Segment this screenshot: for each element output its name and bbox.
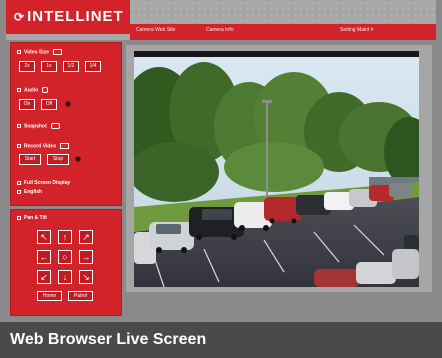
nav-link-camera-info[interactable]: Camera Info: [206, 27, 234, 33]
video-size-half-button[interactable]: 1/2: [63, 61, 79, 72]
record-video-label: Record Video: [17, 143, 70, 149]
camera-icon: [50, 123, 60, 129]
ptz-right-button[interactable]: →: [79, 250, 93, 264]
ptz-left-button[interactable]: ←: [37, 250, 51, 264]
english-label[interactable]: English: [17, 189, 42, 195]
audio-label: Audio: [17, 87, 49, 93]
ptz-panel: Pan & Tilt ↖ ↑ ↗ ← ○ → ↙ ↓ ↘ Home Patrol: [10, 209, 122, 316]
checkbox-icon: [17, 124, 21, 128]
logo-mark-icon: ⟳: [14, 10, 26, 24]
audio-off-button[interactable]: Off: [41, 99, 57, 110]
caption-text: Web Browser Live Screen: [10, 331, 207, 348]
checkbox-icon: [17, 180, 21, 185]
record-start-button[interactable]: Start: [19, 154, 41, 165]
video-size-quarter-button[interactable]: 1/4: [85, 61, 101, 72]
parking-lot-scene: [134, 57, 419, 287]
video-icon: [60, 143, 70, 149]
nav-link-camera-web-site[interactable]: Camera Web Site: [136, 27, 175, 33]
nav-bar: Camera Web Site Camera Info Setting Main…: [130, 24, 436, 40]
ptz-down-button[interactable]: ↓: [58, 270, 72, 284]
video-panel: [126, 45, 432, 292]
app-header: ⟳ INTELLINET Camera Web Site Camera Info …: [6, 0, 436, 40]
control-panel: Video Size 2x 1x 1/2 1/4 Audio On Off Sn…: [10, 42, 122, 206]
header-pattern: [130, 0, 436, 24]
record-stop-button[interactable]: Stop: [47, 154, 69, 165]
live-video-feed[interactable]: [134, 57, 419, 287]
ptz-down-right-button[interactable]: ↘: [79, 270, 93, 284]
screen-icon: [52, 49, 62, 55]
ptz-patrol-button[interactable]: Patrol: [68, 291, 93, 301]
fullscreen-label[interactable]: Full Screen Display: [17, 180, 70, 186]
video-size-2x-button[interactable]: 2x: [19, 61, 35, 72]
checkbox-icon: [17, 88, 21, 92]
video-size-label: Video Size: [17, 49, 62, 55]
checkbox-icon: [17, 50, 21, 54]
ptz-up-right-button[interactable]: ↗: [79, 230, 93, 244]
checkbox-icon: [17, 215, 21, 220]
ptz-up-button[interactable]: ↑: [58, 230, 72, 244]
video-size-1x-button[interactable]: 1x: [41, 61, 57, 72]
checkbox-icon: [17, 189, 21, 194]
intellinet-logo: ⟳ INTELLINET: [6, 0, 130, 34]
ptz-up-left-button[interactable]: ↖: [37, 230, 51, 244]
snapshot-label[interactable]: Snapshot: [17, 123, 60, 129]
ptz-center-button[interactable]: ○: [58, 250, 72, 264]
audio-indicator: [65, 101, 71, 107]
record-indicator: [75, 156, 81, 162]
speaker-icon: [42, 87, 49, 93]
checkbox-icon: [17, 144, 21, 148]
audio-on-button[interactable]: On: [19, 99, 35, 110]
caption-bar: Web Browser Live Screen: [0, 322, 442, 358]
ptz-home-button[interactable]: Home: [37, 291, 62, 301]
ptz-down-left-button[interactable]: ↙: [37, 270, 51, 284]
ptz-label: Pan & Tilt: [17, 215, 47, 221]
screenshot-frame: ⟳ INTELLINET Camera Web Site Camera Info …: [0, 0, 442, 358]
logo-text: INTELLINET: [27, 8, 124, 25]
nav-link-setting[interactable]: Setting Maint #: [340, 27, 373, 33]
